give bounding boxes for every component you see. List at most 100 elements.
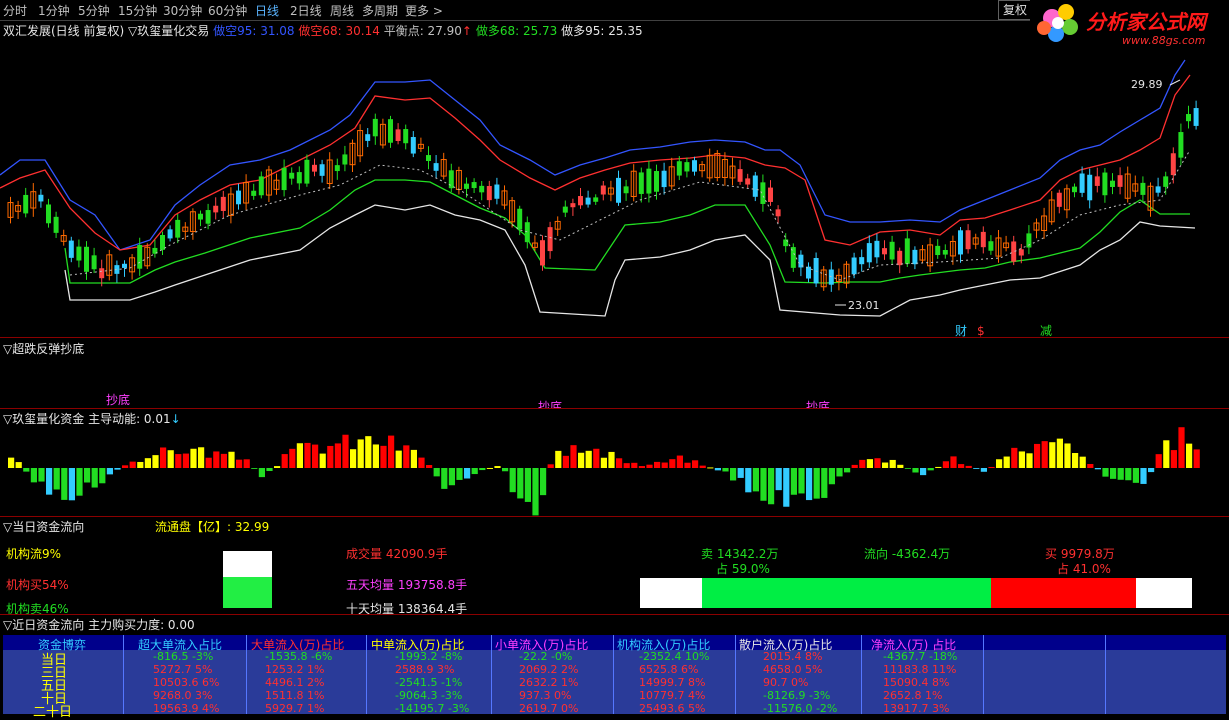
- candle-body: [1193, 108, 1199, 126]
- candle-body: [426, 155, 431, 162]
- panel5-title[interactable]: ▽近日资金流向: [3, 618, 84, 632]
- outflow-bar: [1125, 468, 1132, 481]
- inflow-bar: [205, 457, 212, 468]
- inflow-bar: [631, 462, 638, 468]
- table-col-divider: [246, 635, 247, 714]
- outflow-bar: [84, 468, 91, 483]
- candle-body: [76, 246, 82, 261]
- candle-body: [388, 119, 393, 143]
- candle-body: [866, 243, 872, 263]
- candle-body: [137, 244, 143, 269]
- table-col-divider: [123, 635, 124, 714]
- inflow-bar: [707, 467, 714, 469]
- inflow-bar: [570, 445, 577, 468]
- panel4-title[interactable]: ▽当日资金流向: [3, 518, 84, 535]
- inflow-bar: [8, 457, 15, 468]
- candle-body: [312, 164, 317, 172]
- period-tab-30min[interactable]: 30分钟: [163, 2, 202, 19]
- outflow-bar: [258, 468, 265, 478]
- outflow-bar: [1102, 468, 1109, 477]
- outflow-bar: [1140, 468, 1147, 484]
- candle-body: [122, 263, 127, 268]
- candle-body: [175, 219, 181, 238]
- inflow-bar: [585, 450, 592, 468]
- inflow-bar: [198, 447, 205, 468]
- period-tab-1min[interactable]: 1分钟: [38, 2, 70, 19]
- candlestick-chart[interactable]: [0, 38, 1229, 338]
- candle-body: [980, 231, 986, 248]
- candle-body: [486, 186, 492, 201]
- inflow-bar: [213, 451, 220, 468]
- period-tab-more[interactable]: 更多 >: [405, 2, 443, 19]
- legend-balance: 平衡点: 27.90: [383, 24, 462, 38]
- outflow-bar: [441, 468, 448, 489]
- bottom-signal-1: 抄底: [106, 393, 131, 407]
- outflow-bar: [973, 468, 980, 469]
- outflow-bar: [927, 468, 934, 471]
- panel-divider: [0, 516, 1229, 517]
- inflow-bar: [638, 466, 645, 468]
- flow-direction: 流向 -4362.4万: [864, 547, 951, 561]
- candle-body: [1018, 249, 1024, 256]
- table-cell: 5929.7 1%: [265, 702, 325, 715]
- inflow-bar: [608, 451, 615, 468]
- table-cell: 19563.9 4%: [153, 702, 220, 715]
- inflow-bar: [1064, 443, 1071, 468]
- panel2-title[interactable]: ▽超跌反弹抄底: [3, 340, 84, 357]
- table-cell: 2632.2 1%: [519, 676, 579, 689]
- inflow-bar: [699, 465, 706, 468]
- candle-body: [205, 210, 211, 224]
- inflow-bar: [274, 466, 281, 468]
- outflow-bar: [752, 468, 759, 492]
- restore-button[interactable]: 复权: [998, 0, 1032, 20]
- candle-body: [365, 134, 371, 141]
- outflow-bar: [920, 468, 927, 476]
- candle-body: [684, 162, 690, 172]
- inflow-bar: [426, 465, 433, 468]
- avg5-volume-label: 五天均量 193758.8手: [346, 578, 468, 592]
- indicator-name[interactable]: ▽玖玺量化交易: [128, 24, 209, 38]
- outflow-bar: [904, 468, 911, 469]
- table-col-divider: [735, 635, 736, 714]
- inflow-bar: [236, 459, 243, 468]
- candle-body: [540, 240, 545, 266]
- candle-body: [433, 163, 439, 171]
- candle-body: [874, 240, 880, 258]
- outflow-bar: [1117, 468, 1124, 480]
- inflow-bar: [220, 453, 227, 468]
- candle-body: [1155, 186, 1161, 193]
- inflow-bar: [137, 461, 144, 468]
- period-tab-fenshi[interactable]: 分时: [3, 2, 27, 19]
- inflow-bar: [160, 447, 167, 468]
- period-tab-daily[interactable]: 日线: [255, 2, 279, 19]
- stock-title[interactable]: 双汇发展(日线 前复权): [3, 24, 124, 38]
- table-cell: 25493.6 5%: [639, 702, 706, 715]
- table-cell: 937.3 0%: [519, 689, 572, 702]
- inflow-bar: [1056, 438, 1063, 468]
- candle-body: [1170, 153, 1176, 176]
- inflow-bar: [1041, 441, 1048, 468]
- inflow-bar: [547, 464, 554, 468]
- candle-body: [1178, 132, 1184, 158]
- period-tab-5min[interactable]: 5分钟: [78, 2, 110, 19]
- inflow-bar: [988, 466, 995, 468]
- fund-flow-bars[interactable]: [0, 424, 1229, 516]
- outflow-bar: [821, 468, 828, 498]
- period-tab-weekly[interactable]: 周线: [330, 2, 354, 19]
- outflow-bar: [760, 468, 767, 501]
- period-tab-60min[interactable]: 60分钟: [208, 2, 247, 19]
- table-cell: 4658.0 5%: [763, 663, 823, 676]
- inflow-bar: [1049, 442, 1056, 468]
- inflow-bar: [646, 464, 653, 468]
- table-cell: 15090.4 8%: [883, 676, 950, 689]
- sell-segment: [702, 578, 991, 608]
- inflow-bar: [676, 455, 683, 468]
- period-tab-multi[interactable]: 多周期: [362, 2, 398, 19]
- period-tab-15min[interactable]: 15分钟: [118, 2, 157, 19]
- candle-body: [562, 206, 568, 213]
- outflow-bar: [745, 468, 752, 493]
- candle-body: [958, 230, 963, 255]
- candle-body: [600, 185, 606, 195]
- candle-body: [395, 129, 401, 141]
- period-tab-2day[interactable]: 2日线: [290, 2, 322, 19]
